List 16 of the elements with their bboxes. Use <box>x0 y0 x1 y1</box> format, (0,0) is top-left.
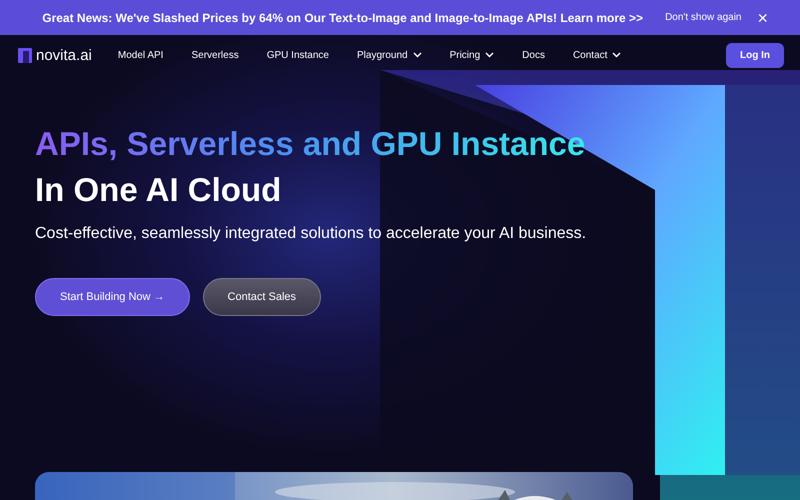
nav-link[interactable]: Playground <box>356 50 422 60</box>
login-button[interactable]: Log In <box>726 42 784 68</box>
dont-show-again-link[interactable]: Don't show again <box>665 12 742 23</box>
nav-link[interactable]: GPU Instance <box>266 50 329 60</box>
nav-link[interactable]: Model API <box>118 50 164 60</box>
nav-link[interactable]: Contact <box>572 50 622 60</box>
nav-link[interactable]: Pricing <box>450 50 494 60</box>
promo-message[interactable]: Great News: We've Slashed Prices by 64% on Our Text-to-Image and Image-to-Image APIs! Learn more >> <box>0 10 666 24</box>
hero-subtitle: Cost-effective, seamlessly integrated solutions to accelerate your AI business. <box>35 225 586 243</box>
contact-sales-button[interactable]: Contact Sales <box>202 278 322 316</box>
nav-link[interactable]: Serverless <box>191 50 239 60</box>
logo-icon <box>18 48 32 62</box>
nav-link[interactable]: Docs <box>522 50 545 60</box>
hero-headline: In One AI Cloud <box>35 170 282 210</box>
start-building-button[interactable]: Start Building Now → <box>35 278 190 316</box>
logo-text[interactable]: novita.ai <box>36 46 92 64</box>
